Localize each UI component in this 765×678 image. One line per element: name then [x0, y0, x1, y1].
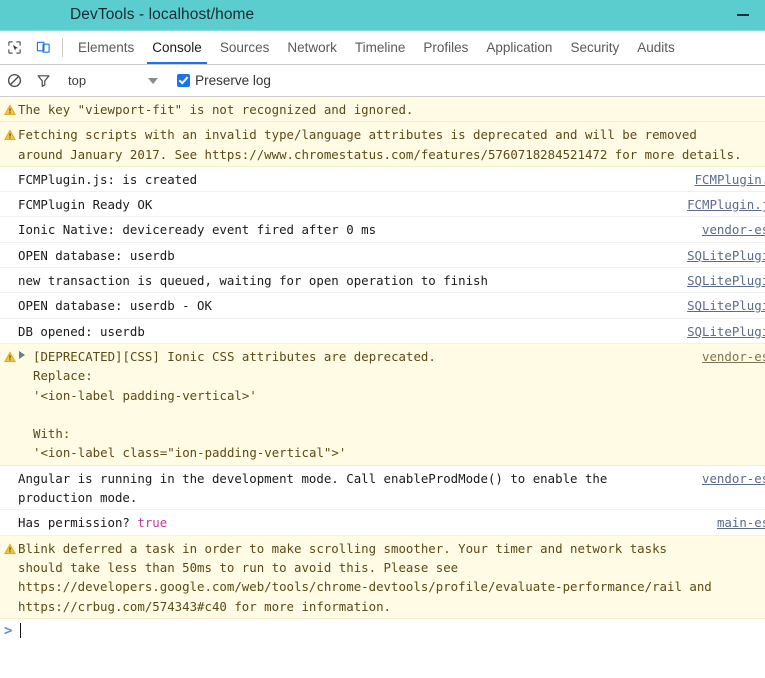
device-toolbar-icon: [36, 40, 51, 55]
console-value: true: [137, 515, 168, 531]
console-source-link[interactable]: main-es5.js: [717, 513, 765, 532]
console-message[interactable]: [DEPRECATED][CSS] Ionic CSS attributes a…: [0, 343, 765, 466]
tab-timeline[interactable]: Timeline: [346, 31, 415, 64]
tab-audits[interactable]: Audits: [628, 31, 684, 64]
console-message-text: Angular is running in the development mo…: [18, 470, 608, 506]
devtools-tabstrip: Elements Console Sources Network Timelin…: [0, 31, 765, 65]
minimize-button[interactable]: [721, 0, 765, 30]
inspect-element-icon: [7, 40, 22, 55]
tab-console[interactable]: Console: [143, 31, 211, 64]
console-message-text: OPEN database: userdb: [18, 247, 175, 263]
execution-context-label: top: [68, 73, 87, 88]
tab-security[interactable]: Security: [561, 31, 628, 64]
execution-context-selector[interactable]: top: [64, 73, 159, 88]
console-message[interactable]: FCMPlugin.js: is created FCMPlugin.js:6: [0, 167, 765, 193]
clear-console-button[interactable]: [0, 73, 29, 88]
tab-label: Elements: [78, 40, 135, 55]
console-message-text: FCMPlugin.js: is created: [18, 171, 198, 187]
warning-icon: [4, 541, 16, 554]
console-message[interactable]: Blink deferred a task in order to make s…: [0, 535, 765, 619]
preserve-log-toggle[interactable]: Preserve log: [177, 73, 271, 88]
console-source-link[interactable]: SQLitePlugin.js: [687, 271, 765, 290]
chevron-down-icon: [148, 77, 159, 84]
console-message-text: FCMPlugin Ready OK: [18, 197, 153, 213]
preserve-log-label: Preserve log: [195, 73, 271, 88]
panel-tabs: Elements Console Sources Network Timelin…: [69, 31, 765, 64]
console-message-text: [DEPRECATED][CSS] Ionic CSS attributes a…: [33, 348, 436, 461]
tab-sources[interactable]: Sources: [211, 31, 279, 64]
console-message[interactable]: OPEN database: userdb SQLitePlugin.js: [0, 243, 765, 269]
console-message-list[interactable]: The key "viewport-fit" is not recognized…: [0, 97, 765, 678]
tab-label: Timeline: [354, 40, 406, 55]
console-message-text: new transaction is queued, waiting for o…: [18, 273, 488, 289]
console-message-text: Has permission? true: [18, 515, 168, 531]
console-prompt[interactable]: >: [0, 618, 765, 643]
console-message[interactable]: Fetching scripts with an invalid type/la…: [0, 122, 765, 167]
console-message-text: DB opened: userdb: [18, 323, 145, 339]
warning-icon: [4, 127, 16, 141]
tab-label: Console: [152, 40, 202, 55]
clear-console-icon: [7, 73, 22, 88]
tab-label: Security: [570, 40, 620, 55]
console-message-text: Ionic Native: deviceready event fired af…: [18, 222, 377, 238]
console-source-link[interactable]: SQLitePlugin.js: [687, 246, 765, 265]
console-source-link[interactable]: vendor-es5.js: [702, 347, 765, 366]
console-message-text: The key "viewport-fit" is not recognized…: [18, 102, 414, 117]
console-source-link[interactable]: FCMPlugin.js:13: [687, 195, 765, 214]
console-message-text: OPEN database: userdb - OK: [18, 298, 212, 314]
tab-label: Application: [486, 40, 553, 55]
filter-button[interactable]: [29, 73, 58, 88]
tab-label: Profiles: [423, 40, 469, 55]
console-message[interactable]: Angular is running in the development mo…: [0, 466, 765, 511]
console-message[interactable]: new transaction is queued, waiting for o…: [0, 268, 765, 294]
minimize-icon: [737, 14, 749, 16]
window-controls: [721, 0, 765, 30]
text-cursor: [20, 623, 21, 639]
console-message[interactable]: Has permission? true main-es5.js: [0, 510, 765, 536]
filter-icon: [36, 73, 51, 88]
device-toolbar-button[interactable]: [29, 31, 58, 64]
tab-profiles[interactable]: Profiles: [414, 31, 477, 64]
console-message[interactable]: The key "viewport-fit" is not recognized…: [0, 97, 765, 123]
console-message[interactable]: Ionic Native: deviceready event fired af…: [0, 217, 765, 243]
tab-application[interactable]: Application: [477, 31, 561, 64]
console-source-link[interactable]: SQLitePlugin.js: [687, 296, 765, 315]
window-titlebar: DevTools - localhost/home: [0, 0, 765, 31]
console-source-link[interactable]: FCMPlugin.js:6: [695, 170, 765, 189]
warning-icon: [4, 349, 16, 362]
console-message[interactable]: DB opened: userdb SQLitePlugin.js: [0, 319, 765, 344]
console-message[interactable]: FCMPlugin Ready OK FCMPlugin.js:13: [0, 192, 765, 218]
window-title: DevTools - localhost/home: [70, 6, 255, 23]
preserve-log-checkbox[interactable]: [177, 74, 191, 87]
console-message-text: Fetching scripts with an invalid type/la…: [18, 127, 742, 162]
warning-icon: [4, 102, 16, 116]
tab-network[interactable]: Network: [278, 31, 346, 64]
tab-elements[interactable]: Elements: [69, 31, 143, 64]
expand-arrow-icon[interactable]: [19, 350, 25, 359]
prompt-chevron-icon: >: [4, 622, 13, 639]
console-source-link[interactable]: vendor-es5.js: [702, 469, 765, 488]
inspect-element-button[interactable]: [0, 31, 29, 64]
console-message[interactable]: OPEN database: userdb - OK SQLitePlugin.j…: [0, 293, 765, 319]
console-source-link[interactable]: vendor-es5.js: [702, 220, 765, 239]
toolbar-separator: [62, 38, 63, 57]
tab-label: Audits: [637, 40, 675, 55]
console-source-link[interactable]: SQLitePlugin.js: [687, 322, 765, 341]
tab-label: Sources: [219, 40, 270, 55]
tab-label: Network: [287, 40, 337, 55]
console-filterbar: top Preserve log: [0, 65, 765, 97]
console-message-text: Blink deferred a task in order to make s…: [18, 540, 712, 614]
